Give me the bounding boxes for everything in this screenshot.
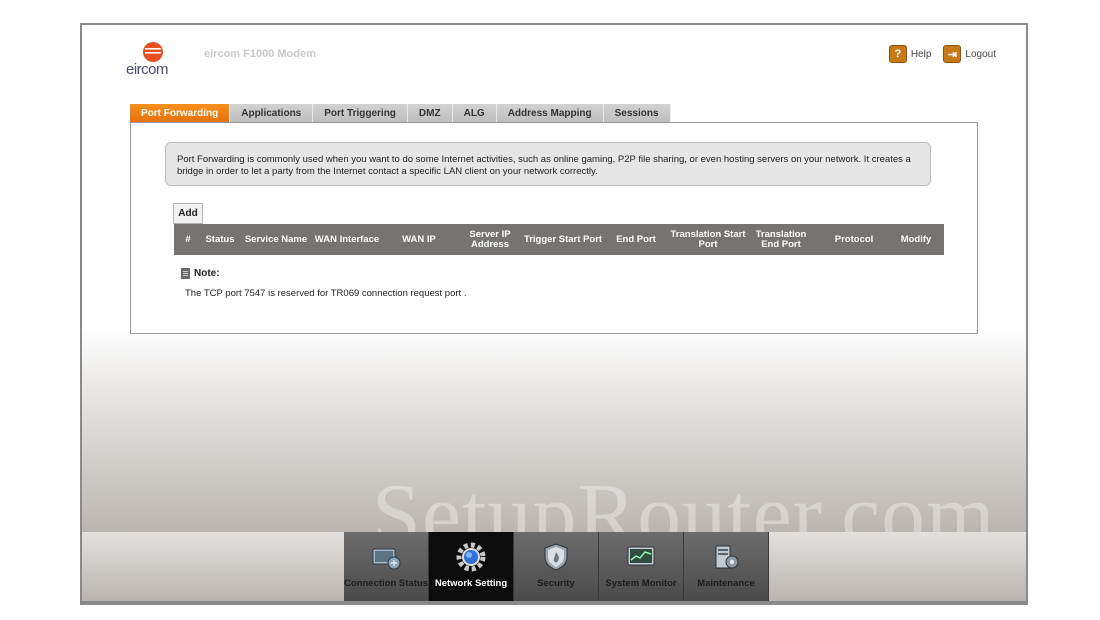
bottom-navigation-bar: Connection Status Network Setting Securi… xyxy=(82,532,1026,603)
connection-status-icon xyxy=(372,548,401,570)
help-label: Help xyxy=(910,48,932,60)
tab-alg[interactable]: ALG xyxy=(452,104,497,123)
logout-label: Logout xyxy=(965,48,996,60)
tab-sessions[interactable]: Sessions xyxy=(603,104,671,123)
tab-dmz[interactable]: DMZ xyxy=(407,104,453,123)
logo-text: eircom xyxy=(126,61,169,78)
nav-security[interactable]: Security xyxy=(514,532,599,601)
column-header-status: Status xyxy=(205,233,235,245)
port-forwarding-table-header: # Status Service Name WAN Interface WAN … xyxy=(174,224,944,255)
column-header-translation-start-port: Translation Start Port xyxy=(670,228,746,250)
nav-system-monitor[interactable]: System Monitor xyxy=(599,532,684,601)
eircom-logo: eircom xyxy=(126,41,182,81)
nav-label-network-setting: Network Setting xyxy=(434,578,508,589)
content-panel: Port Forwarding is commonly used when yo… xyxy=(130,122,978,334)
nav-label-security: Security xyxy=(537,578,575,589)
top-links: ? Help ⇥ Logout xyxy=(888,45,996,63)
column-header-wan-interface: WAN Interface xyxy=(314,233,380,245)
nav-label-system-monitor: System Monitor xyxy=(605,578,677,589)
column-header-translation-end-port: Translation End Port xyxy=(755,228,807,250)
tab-applications[interactable]: Applications xyxy=(230,104,314,123)
help-icon: ? xyxy=(888,45,907,63)
sub-tabs: Port Forwarding Applications Port Trigge… xyxy=(130,104,671,123)
eircom-logo-mark xyxy=(143,42,163,62)
maintenance-icon xyxy=(715,545,739,569)
add-button[interactable]: Add xyxy=(173,203,203,224)
column-header-wan-ip: WAN IP xyxy=(402,233,436,245)
tab-port-triggering[interactable]: Port Triggering xyxy=(313,104,408,123)
main-nav: Connection Status Network Setting Securi… xyxy=(344,532,769,601)
column-header-trigger-start-port: Trigger Start Port xyxy=(523,233,603,245)
tab-port-forwarding[interactable]: Port Forwarding xyxy=(130,104,231,123)
note-text: The TCP port 7547 is reserved for TR069 … xyxy=(185,288,467,299)
column-header-end-port: End Port xyxy=(616,233,656,245)
nav-connection-status[interactable]: Connection Status xyxy=(344,532,429,601)
column-header-protocol: Protocol xyxy=(834,233,874,245)
nav-label-maintenance: Maintenance xyxy=(697,578,755,589)
modem-title: eircom F1000 Modem xyxy=(204,48,316,60)
note-title: Note: xyxy=(194,268,220,279)
router-window: eircom eircom F1000 Modem ? Help ⇥ Logou… xyxy=(80,23,1028,605)
column-header-server-ip-address: Server IP Address xyxy=(469,228,511,250)
column-header-service-name: Service Name xyxy=(244,233,308,245)
system-monitor-icon xyxy=(627,546,655,566)
logout-link[interactable]: ⇥ Logout xyxy=(943,45,996,63)
tab-address-mapping[interactable]: Address Mapping xyxy=(496,104,604,123)
security-shield-icon xyxy=(544,543,568,571)
column-header-number: # xyxy=(185,233,191,245)
description-box: Port Forwarding is commonly used when yo… xyxy=(165,142,931,186)
help-link[interactable]: ? Help xyxy=(888,45,932,63)
nav-maintenance[interactable]: Maintenance xyxy=(684,532,769,601)
note-icon xyxy=(181,268,190,279)
nav-network-setting[interactable]: Network Setting xyxy=(429,532,514,601)
column-header-modify: Modify xyxy=(900,233,932,245)
logout-icon: ⇥ xyxy=(943,45,962,63)
nav-label-connection-status: Connection Status xyxy=(344,578,428,589)
bottom-border xyxy=(82,601,1026,603)
note-heading: Note: xyxy=(181,268,220,279)
network-setting-icon xyxy=(456,542,486,572)
